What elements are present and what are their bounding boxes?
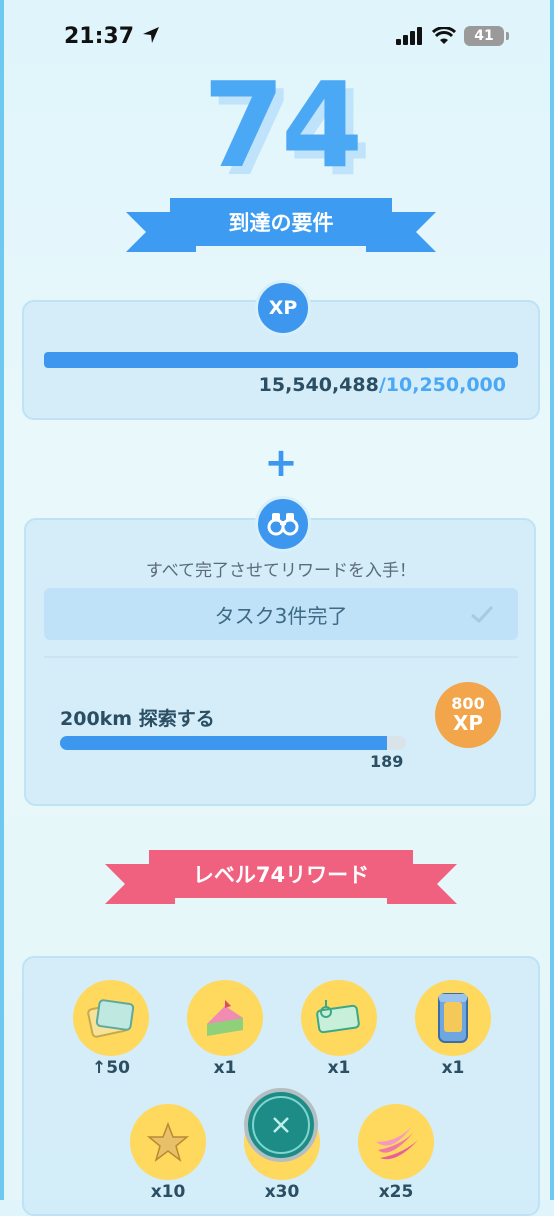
xp-progress-bar: [44, 352, 518, 368]
xp-current: 15,540,488: [258, 374, 379, 396]
plus-sign: +: [264, 440, 298, 486]
task-progress-fill: [60, 736, 387, 750]
arrow-up-icon: ↑: [92, 1058, 107, 1078]
reward-item[interactable]: x1: [187, 980, 263, 1078]
task-xp-unit: XP: [452, 710, 484, 735]
tasks-instructions: すべて完了させてリワードを入手！: [145, 561, 417, 581]
canister-icon: [415, 980, 491, 1056]
requirements-ribbon: 到達の要件: [4, 198, 554, 252]
cake-slice-icon: [187, 980, 263, 1056]
rewards-ribbon: レベル74リワード: [4, 850, 554, 904]
task-name: 200km 探索する: [60, 708, 215, 730]
reward-quantity: x1: [327, 1058, 351, 1078]
reward-item[interactable]: x1: [301, 980, 377, 1078]
reward-item[interactable]: x10: [130, 1104, 206, 1202]
divider: [44, 656, 518, 658]
xp-values: 15,540,488/10,250,000: [259, 374, 506, 396]
tasks-summary-label: タスク3件完了: [214, 603, 348, 628]
pass-icon: [73, 980, 149, 1056]
wifi-icon: [432, 27, 456, 44]
close-icon: [273, 1117, 289, 1133]
reward-quantity: x1: [441, 1058, 465, 1078]
pass-ticket-icon: [301, 980, 377, 1056]
check-icon: [471, 605, 494, 624]
reward-item[interactable]: ↑50: [73, 980, 149, 1078]
reward-item[interactable]: x1: [415, 980, 491, 1078]
banana-berry-icon: [358, 1104, 434, 1180]
reward-quantity: x10: [150, 1182, 186, 1202]
xp-required: 10,250,000: [385, 374, 506, 396]
status-icons: 41: [396, 26, 509, 46]
status-time-text: 21:37: [64, 24, 135, 49]
xp-badge: XP: [255, 280, 311, 336]
status-time: 21:37: [64, 24, 160, 49]
tasks-summary-row[interactable]: タスク3件完了: [44, 588, 518, 640]
research-badge: [255, 496, 311, 552]
battery-indicator: 41: [464, 26, 509, 46]
binoculars-icon: [267, 513, 299, 536]
xp-separator: /: [378, 374, 386, 396]
close-button[interactable]: [244, 1088, 318, 1162]
reward-quantity: x25: [378, 1182, 414, 1202]
reward-quantity: x1: [213, 1058, 237, 1078]
rewards-title: レベル74リワード: [149, 850, 413, 898]
level-number: 74: [202, 56, 363, 194]
reward-item[interactable]: x25: [358, 1104, 434, 1202]
location-arrow-icon: [142, 27, 159, 43]
signal-icon: [396, 27, 422, 45]
task-xp-reward: 800 XP: [435, 682, 501, 748]
star-piece-icon: [130, 1104, 206, 1180]
task-progress-value: 189: [370, 752, 404, 771]
reward-quantity: ↑50: [73, 1058, 149, 1078]
reward-quantity-value: 50: [106, 1058, 130, 1078]
battery-level: 41: [474, 28, 494, 44]
reward-quantity: x30: [264, 1182, 300, 1202]
requirements-title: 到達の要件: [170, 198, 392, 246]
